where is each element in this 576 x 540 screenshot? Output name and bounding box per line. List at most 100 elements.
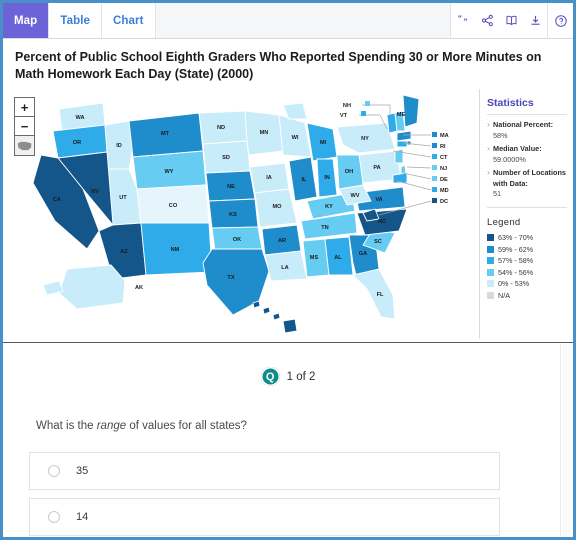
- svg-text:LA: LA: [281, 265, 288, 271]
- legend-label: 54% - 56%: [498, 267, 534, 277]
- svg-text:IA: IA: [266, 175, 272, 181]
- state-MA[interactable]: [396, 130, 412, 142]
- download-icon[interactable]: [523, 3, 547, 39]
- state-MI-up[interactable]: [282, 102, 308, 120]
- answer-option[interactable]: 14: [29, 498, 500, 536]
- svg-text:”: ”: [463, 17, 467, 26]
- svg-text:DE: DE: [440, 177, 448, 183]
- stat-label: National Percent:: [493, 120, 554, 129]
- state-AK[interactable]: [58, 264, 126, 310]
- svg-text:AL: AL: [334, 255, 342, 261]
- radio-button-icon[interactable]: [48, 511, 60, 523]
- question-text-emphasis: range: [96, 420, 127, 432]
- map-widget: Map Table Chart “ ” Percent of Public Sc…: [3, 3, 573, 343]
- legend-item: 0% - 53%: [487, 279, 567, 288]
- svg-text:NM: NM: [171, 247, 180, 253]
- stat-label: Number of Locations with Data:: [493, 168, 566, 188]
- question-header: Q 1 of 2: [3, 367, 573, 386]
- answer-option[interactable]: 35: [29, 452, 500, 490]
- tab-map[interactable]: Map: [3, 3, 50, 38]
- svg-text:NJ: NJ: [440, 166, 447, 172]
- svg-text:MT: MT: [161, 131, 170, 137]
- svg-text:MD: MD: [440, 188, 449, 194]
- svg-text:WY: WY: [164, 169, 173, 175]
- statistics-panel: Statistics National Percent: 58% Median …: [479, 89, 572, 339]
- svg-text:WV: WV: [350, 193, 359, 199]
- scrollbar-track[interactable]: [563, 344, 572, 537]
- tab-chart[interactable]: Chart: [102, 3, 156, 38]
- svg-text:MA: MA: [440, 133, 449, 139]
- legend-label: 57% - 58%: [498, 256, 534, 266]
- stat-label: Median Value:: [493, 144, 542, 154]
- tabbar-spacer: [155, 3, 451, 38]
- reset-map-icon[interactable]: [15, 136, 34, 155]
- stat-national-percent[interactable]: National Percent: 58%: [487, 119, 567, 141]
- svg-text:MO: MO: [272, 204, 282, 210]
- question-text-after: of values for all states?: [126, 420, 247, 432]
- zoom-in-button[interactable]: +: [15, 98, 34, 117]
- svg-text:CO: CO: [169, 203, 178, 209]
- legend-item: 59% - 62%: [487, 245, 567, 254]
- question-counter: 1 of 2: [286, 370, 316, 383]
- legend-label: 63% - 70%: [498, 233, 534, 243]
- svg-text:“: “: [457, 14, 461, 23]
- question-scrollbar[interactable]: [560, 344, 573, 537]
- legend-swatch-icon: [487, 245, 494, 253]
- zoom-out-button[interactable]: −: [15, 117, 34, 136]
- svg-text:SC: SC: [374, 239, 382, 245]
- stat-value: 51: [493, 189, 502, 199]
- stat-median-value[interactable]: Median Value: 59.0000%: [487, 143, 567, 165]
- question-text-before: What is the: [36, 420, 97, 432]
- legend-item: 57% - 58%: [487, 256, 567, 265]
- answer-option-label: 14: [76, 511, 89, 523]
- radio-button-icon[interactable]: [48, 465, 60, 477]
- question-panel: Q 1 of 2 What is the range of values for…: [3, 344, 573, 537]
- svg-text:OH: OH: [345, 169, 353, 175]
- svg-text:PA: PA: [373, 165, 380, 171]
- legend-label: 0% - 53%: [498, 279, 530, 289]
- svg-text:RI: RI: [440, 144, 446, 150]
- state-CT[interactable]: [396, 140, 408, 148]
- svg-text:VA: VA: [375, 197, 382, 203]
- svg-text:DC: DC: [440, 199, 448, 205]
- divider: [487, 114, 567, 115]
- state-HI[interactable]: [252, 300, 298, 334]
- state-RI[interactable]: [406, 140, 412, 146]
- svg-text:CA: CA: [53, 197, 61, 203]
- legend-label: N/A: [498, 290, 510, 300]
- svg-text:AZ: AZ: [120, 249, 128, 255]
- svg-text:NE: NE: [227, 184, 235, 190]
- legend-swatch-icon: [487, 291, 494, 299]
- share-icon[interactable]: [475, 3, 499, 39]
- svg-text:OR: OR: [73, 140, 81, 146]
- state-FL[interactable]: [352, 268, 396, 320]
- map-zoom-controls[interactable]: + −: [14, 97, 35, 156]
- svg-text:SD: SD: [222, 155, 230, 161]
- svg-text:UT: UT: [119, 195, 127, 201]
- help-icon[interactable]: [547, 3, 573, 39]
- svg-text:KS: KS: [229, 212, 237, 218]
- svg-text:WA: WA: [75, 115, 84, 121]
- book-icon[interactable]: [499, 3, 523, 39]
- legend-swatch-icon: [487, 280, 494, 288]
- legend-item: N/A: [487, 291, 567, 300]
- state-NJ[interactable]: [394, 148, 404, 164]
- svg-text:KY: KY: [325, 204, 333, 210]
- us-choropleth-map[interactable]: WAOR IDMT NDSD WYNE KSUT CONV CAAZ NMOK …: [7, 89, 477, 337]
- map-canvas[interactable]: WA OR ID MT ND SD WY NE KS UT CO NV CA AZ NM OK …: [7, 89, 477, 337]
- widget-tabbar: Map Table Chart “ ”: [3, 3, 573, 39]
- answer-option-label: 35: [76, 465, 89, 477]
- svg-text:IL: IL: [302, 177, 308, 183]
- stat-locations-with-data[interactable]: Number of Locations with Data: 51: [487, 167, 567, 200]
- question-badge-icon: Q: [260, 367, 280, 386]
- state-ME[interactable]: [402, 94, 420, 128]
- quote-icon[interactable]: “ ”: [451, 3, 475, 39]
- svg-text:MS: MS: [310, 255, 319, 261]
- svg-text:OK: OK: [233, 237, 241, 243]
- widget-toolbar: “ ”: [451, 3, 573, 39]
- svg-text:TN: TN: [321, 225, 328, 231]
- svg-text:NY: NY: [361, 136, 369, 142]
- svg-text:IN: IN: [324, 175, 330, 181]
- stat-value: 58%: [493, 130, 508, 140]
- tab-table[interactable]: Table: [49, 3, 102, 38]
